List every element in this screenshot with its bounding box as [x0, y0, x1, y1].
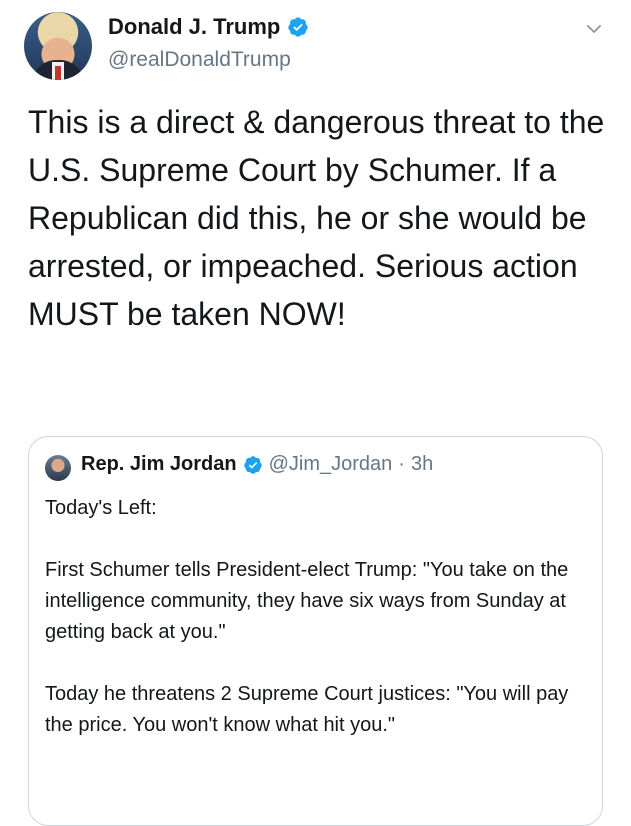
- tweet-text: This is a direct & dangerous threat to t…: [28, 104, 614, 332]
- quoted-separator: ·: [398, 453, 405, 475]
- avatar[interactable]: [24, 12, 92, 80]
- author-display-name[interactable]: Donald J. Trump: [108, 14, 280, 40]
- quoted-display-name[interactable]: Rep. Jim Jordan: [81, 453, 237, 476]
- quoted-avatar[interactable]: [45, 455, 71, 481]
- quoted-text: Today's Left: First Schumer tells Presid…: [45, 493, 590, 772]
- verified-badge-icon: [288, 17, 308, 37]
- quoted-handle[interactable]: @Jim_Jordan: [269, 453, 393, 476]
- author-handle[interactable]: @realDonaldTrump: [108, 48, 291, 72]
- quoted-timestamp[interactable]: 3h: [411, 453, 433, 476]
- quoted-paragraph: Today he threatens 2 Supreme Court justi…: [45, 683, 574, 736]
- verified-badge-icon: [243, 455, 262, 474]
- quoted-paragraph: First Schumer tells President-elect Trum…: [45, 559, 574, 643]
- avatar-tie: [55, 66, 61, 80]
- quoted-header: Rep. Jim Jordan @Jim_Jordan · 3h: [81, 453, 433, 476]
- chevron-down-icon[interactable]: [587, 22, 601, 36]
- tweet-card: Donald J. Trump @realDonaldTrump This is…: [0, 0, 631, 826]
- author-name-row: Donald J. Trump: [108, 14, 309, 40]
- quoted-paragraph: Today's Left:: [45, 497, 157, 519]
- quoted-tweet[interactable]: Rep. Jim Jordan @Jim_Jordan · 3h Today's…: [28, 436, 603, 826]
